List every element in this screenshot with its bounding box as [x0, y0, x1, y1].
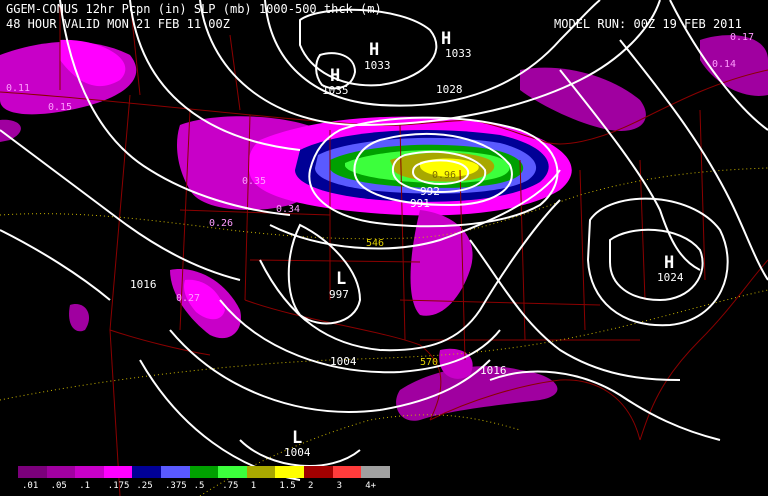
legend-label: 2 [308, 481, 314, 491]
precip-legend-labels: .01 .05 .1 .175 .25 .375 .5 .75 1 1.5 2 3 4+ [18, 480, 390, 494]
legend-label: .175 [107, 481, 130, 491]
legend-swatch [332, 466, 362, 478]
isobar-label: 991 [410, 197, 430, 210]
legend-label: .25 [136, 481, 153, 491]
thickness-label: 546 [366, 238, 384, 249]
legend-swatch [246, 466, 276, 478]
legend-swatch [275, 466, 304, 478]
thickness-label: 570 [420, 357, 438, 368]
isobar-label: 1004 [330, 355, 357, 368]
precip-shading [0, 35, 768, 421]
high-center-symbol: H [441, 29, 451, 49]
legend-label: .05 [50, 481, 67, 491]
legend-label: .01 [22, 481, 39, 491]
precip-label: 0.11 [6, 83, 30, 94]
precip-label: 0.96 [432, 170, 456, 181]
legend-label: 1 [250, 481, 257, 491]
legend-swatch [189, 466, 219, 478]
legend-swatch [361, 466, 390, 478]
legend-label: .375 [165, 481, 187, 491]
legend-label: 1.5 [279, 481, 296, 491]
legend-swatch [160, 466, 190, 478]
legend-label: .75 [222, 481, 239, 491]
legend-label: 3 [336, 481, 343, 491]
high-center-value: 1033 [445, 47, 472, 60]
high-center-value: 1024 [657, 271, 684, 284]
precip-label: 0.17 [730, 32, 754, 43]
high-center-value: 1035 [322, 84, 349, 97]
precip-label: 0.27 [176, 293, 200, 304]
precip-label: 0.15 [48, 102, 72, 113]
high-center-symbol: H [330, 66, 340, 86]
high-center-symbol: H [664, 253, 674, 273]
legend-swatch [46, 466, 76, 478]
isobar-label: 1016 [130, 278, 157, 291]
legend-label: 4+ [365, 481, 377, 491]
forecast-map: H 1033 H 1033 H 1035 H 1024 L 997 L 1004… [0, 0, 768, 496]
legend-swatch [218, 466, 247, 478]
high-center-symbol: H [369, 40, 379, 60]
isobar-label: 1028 [436, 83, 463, 96]
precip-label: 0.35 [242, 176, 266, 187]
high-center-value: 1033 [364, 59, 391, 72]
precip-color-legend [18, 466, 390, 478]
legend-label: .5 [193, 481, 205, 491]
legend-swatch [103, 466, 133, 478]
precip-label: 0.26 [209, 218, 233, 229]
precip-label: 0.14 [712, 59, 736, 70]
legend-swatch [132, 466, 161, 478]
legend-swatch [303, 466, 333, 478]
legend-swatch [18, 466, 47, 478]
low-center-value: 1004 [284, 446, 311, 459]
low-center-symbol: L [336, 269, 346, 289]
precip-label: 0.34 [276, 204, 300, 215]
weather-map-screen: GGEM-CONUS 12hr Pcpn (in) SLP (mb) 1000-… [0, 0, 768, 496]
low-center-symbol: L [292, 428, 302, 448]
isobar-label: 1016 [480, 364, 507, 377]
low-center-value: 997 [329, 288, 349, 301]
legend-swatch [75, 466, 104, 478]
legend-label: .1 [79, 481, 91, 491]
